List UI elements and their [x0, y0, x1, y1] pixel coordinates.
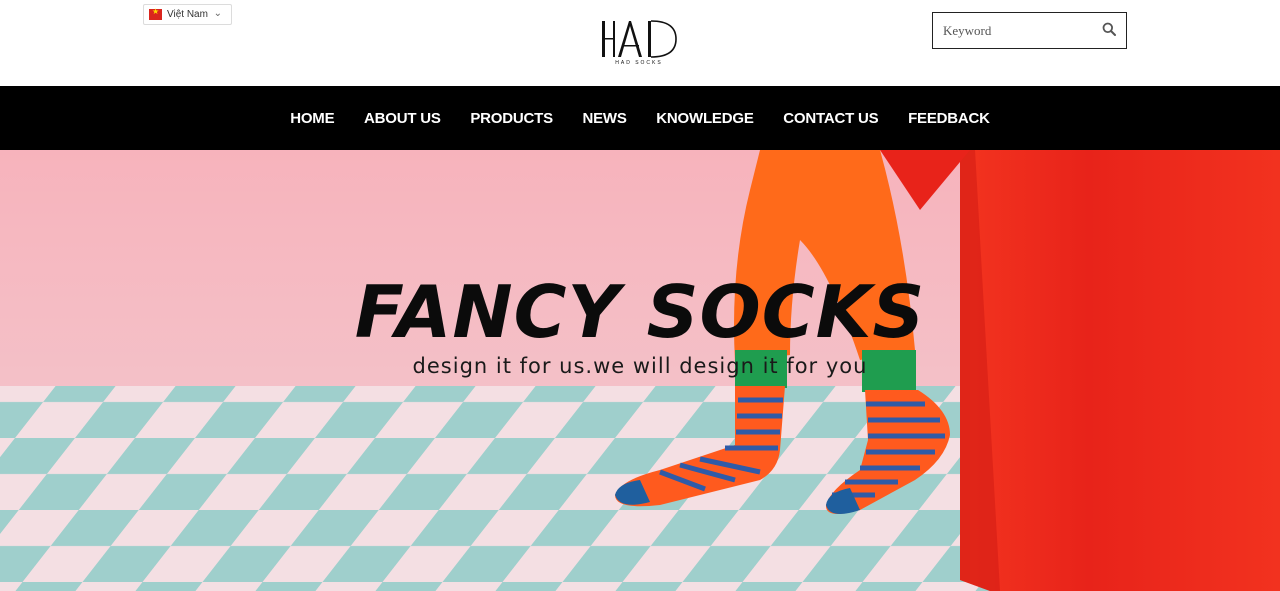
language-selector[interactable]: Việt Nam ⌄	[143, 4, 232, 25]
chevron-down-icon: ⌄	[213, 8, 222, 19]
nav-feedback[interactable]: FEEDBACK	[908, 110, 990, 127]
vietnam-flag-icon	[149, 7, 162, 20]
nav-home[interactable]: HOME	[290, 110, 334, 127]
hero-banner: FANCY SOCKS design it for us.we will des…	[0, 150, 1280, 591]
logo-tagline: HAD SOCKS	[615, 60, 662, 66]
header: Việt Nam ⌄ HAD SOCKS	[0, 0, 1280, 86]
nav-contact-us[interactable]: CONTACT US	[783, 110, 878, 127]
site-logo[interactable]: HAD SOCKS	[600, 18, 678, 66]
language-label: Việt Nam	[167, 9, 208, 20]
nav-knowledge[interactable]: KNOWLEDGE	[656, 110, 754, 127]
hero-subtitle: design it for us.we will design it for y…	[412, 354, 868, 378]
nav-products[interactable]: PRODUCTS	[470, 110, 553, 127]
nav-about-us[interactable]: ABOUT US	[364, 110, 441, 127]
search-icon[interactable]	[1102, 22, 1118, 38]
nav-news[interactable]: NEWS	[582, 110, 626, 127]
search-input[interactable]	[941, 21, 1095, 40]
search-box	[932, 12, 1127, 49]
hero-title: FANCY SOCKS	[354, 270, 926, 354]
main-nav: HOME ABOUT US PRODUCTS NEWS KNOWLEDGE CO…	[0, 86, 1280, 150]
